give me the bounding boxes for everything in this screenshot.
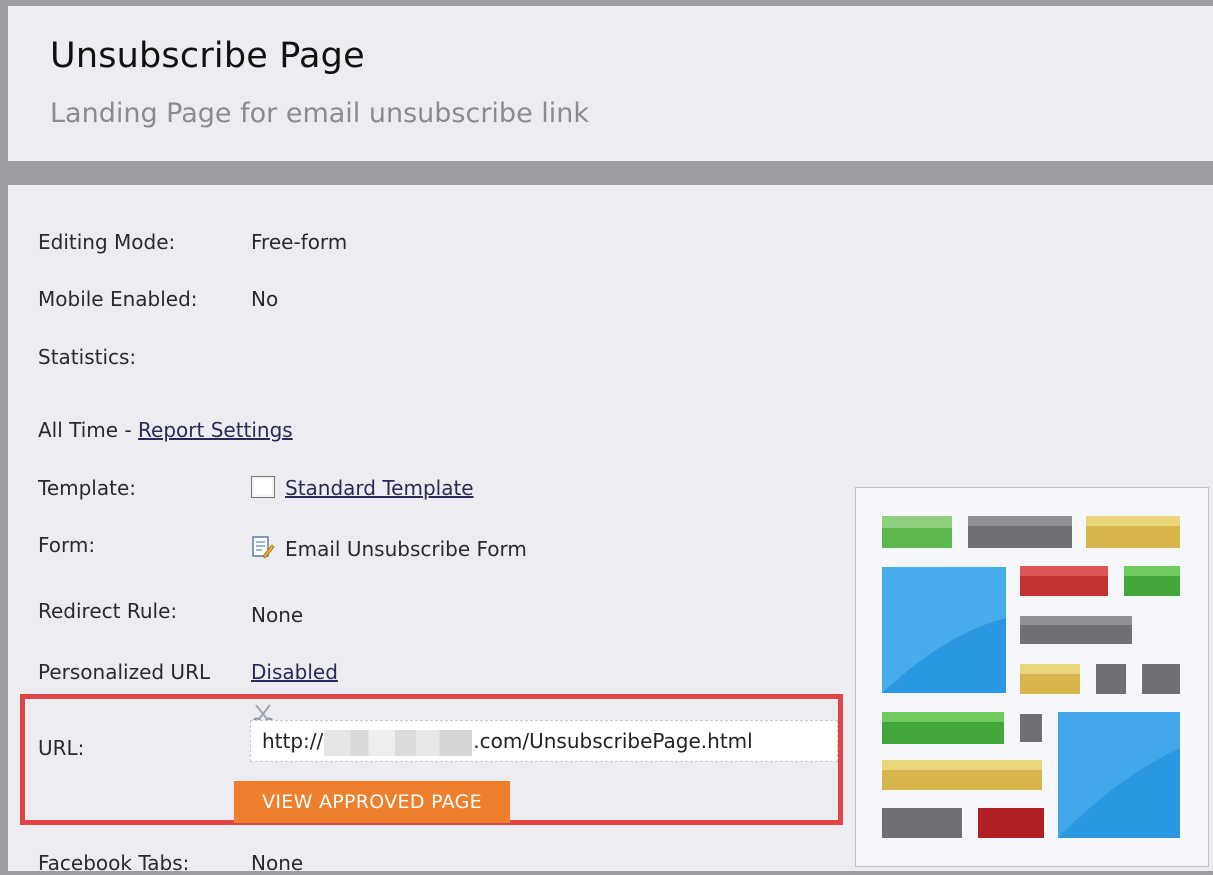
facebook-tabs-label: Facebook Tabs:	[38, 851, 190, 875]
personalized-url-label: Personalized URL	[38, 660, 211, 684]
template-icon	[251, 476, 275, 498]
page-header: Unsubscribe Page Landing Page for email …	[8, 6, 1213, 161]
template-label: Template:	[38, 476, 136, 500]
all-time-row: All Time - Report Settings	[38, 418, 293, 442]
editing-mode-label: Editing Mode:	[38, 230, 176, 254]
report-settings-link[interactable]: Report Settings	[138, 418, 293, 442]
redirect-rule-value: None	[251, 603, 304, 627]
url-label: URL:	[38, 736, 85, 760]
facebook-tabs-value: None	[251, 851, 304, 875]
url-field[interactable]: http:// .com/UnsubscribePage.html	[250, 720, 838, 762]
form-edit-icon	[252, 536, 275, 559]
redacted-domain	[324, 729, 473, 756]
editing-mode-value: Free-form	[251, 230, 348, 254]
personalized-url-disabled-link[interactable]: Disabled	[251, 660, 338, 684]
page-title: Unsubscribe Page	[50, 36, 365, 76]
template-preview-graphic	[882, 516, 1180, 838]
redirect-rule-label: Redirect Rule:	[38, 599, 178, 623]
statistics-label: Statistics:	[38, 345, 137, 369]
all-time-label: All Time -	[38, 418, 139, 442]
form-value: Email Unsubscribe Form	[285, 537, 527, 561]
mobile-enabled-value: No	[251, 287, 279, 311]
template-thumbnail	[855, 487, 1209, 867]
url-suffix: .com/UnsubscribePage.html	[473, 729, 753, 753]
standard-template-link[interactable]: Standard Template	[285, 476, 474, 500]
url-prefix: http://	[262, 729, 324, 753]
view-approved-page-button[interactable]: VIEW APPROVED PAGE	[234, 781, 510, 823]
mobile-enabled-label: Mobile Enabled:	[38, 287, 198, 311]
page-subtitle: Landing Page for email unsubscribe link	[50, 98, 590, 129]
form-label: Form:	[38, 533, 96, 557]
